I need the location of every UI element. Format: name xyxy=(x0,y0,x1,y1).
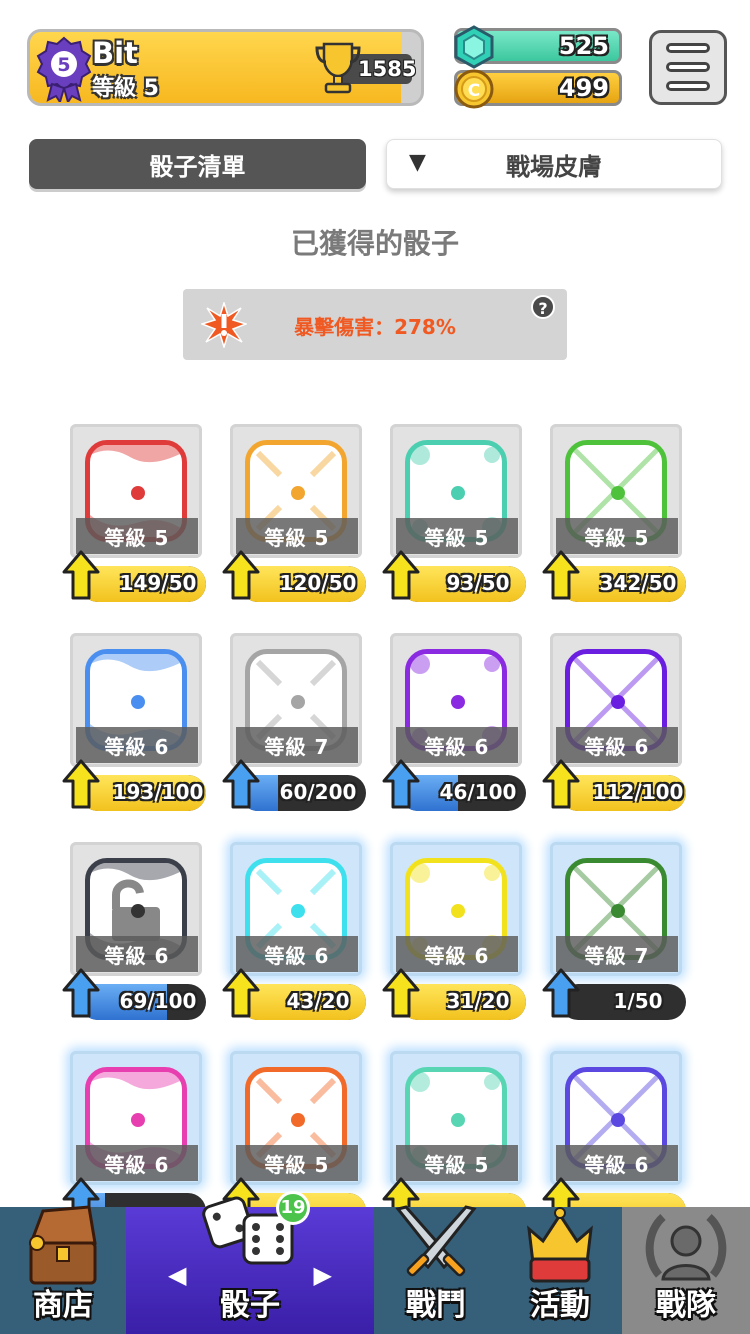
upgrade-arrow-icon xyxy=(382,968,420,1018)
dice-level-label: 等級 6 xyxy=(396,727,518,763)
upgrade-arrow-icon xyxy=(62,759,100,809)
die-pip xyxy=(611,1113,625,1127)
die-pip xyxy=(611,486,625,500)
upgrade-arrow-icon xyxy=(222,550,260,600)
bottom-navigation: 商店 ◀ ▶ 19 骰子 戰鬥 活動 戰隊 xyxy=(0,1191,750,1334)
nav-events-label: 活動 xyxy=(530,1288,590,1323)
die-pip xyxy=(611,695,625,709)
nav-dice-label: 骰子 xyxy=(220,1288,280,1323)
dice-card[interactable]: 等級 5 342/50 xyxy=(542,424,686,604)
dice-level-label: 等級 6 xyxy=(556,727,678,763)
nav-events[interactable]: 活動 xyxy=(498,1207,622,1334)
dice-card[interactable]: 等級 6 43/20 xyxy=(222,842,366,1022)
crit-damage-info: 暴擊傷害：278% ? xyxy=(183,289,567,360)
dice-card[interactable]: 等級 6 xyxy=(542,1051,686,1210)
upgrade-arrow-icon xyxy=(542,968,580,1018)
dice-card[interactable]: 等級 7 1/50 xyxy=(542,842,686,1022)
dice-card[interactable]: 等級 5 149/50 xyxy=(62,424,206,604)
dice-progress-text: 342/50 xyxy=(599,571,677,595)
dice-level-label: 等級 6 xyxy=(76,936,198,972)
die-pip xyxy=(131,695,145,709)
dice-progress-text: 120/50 xyxy=(279,571,357,595)
die-pip xyxy=(291,904,305,918)
nav-dice[interactable]: ◀ ▶ 19 骰子 xyxy=(126,1191,374,1334)
nav-clan[interactable]: 戰隊 xyxy=(622,1207,750,1334)
upgrade-arrow-icon xyxy=(222,759,260,809)
crown-icon xyxy=(527,1207,593,1283)
upgrade-arrow-icon xyxy=(222,968,260,1018)
die-pip xyxy=(451,904,465,918)
die-pip xyxy=(291,486,305,500)
die-pip xyxy=(451,486,465,500)
dice-progress-text: 69/100 xyxy=(119,989,197,1013)
dice-progress-text: 112/100 xyxy=(592,780,684,804)
dice-card[interactable]: 等級 6 46/100 xyxy=(382,633,526,813)
die-pip xyxy=(131,486,145,500)
die-pip xyxy=(131,904,145,918)
dice-card[interactable]: 等級 6 xyxy=(62,1051,206,1210)
dice-progress-text: 1/50 xyxy=(613,989,663,1013)
dice-level-label: 等級 6 xyxy=(556,1145,678,1181)
nav-clan-label: 戰隊 xyxy=(656,1288,716,1323)
dice-level-label: 等級 5 xyxy=(556,518,678,554)
upgrade-arrow-icon xyxy=(62,550,100,600)
dice-level-label: 等級 7 xyxy=(236,727,358,763)
help-icon[interactable]: ? xyxy=(531,295,555,319)
nav-battle[interactable]: 戰鬥 xyxy=(374,1205,498,1334)
dice-progress-text: 60/200 xyxy=(279,780,357,804)
die-pip xyxy=(131,1113,145,1127)
dice-card[interactable]: 等級 5 93/50 xyxy=(382,424,526,604)
dice-level-label: 等級 6 xyxy=(236,936,358,972)
dice-grid: 已獲得的骰子 暴擊傷害：278% ? 等級 5 149/50 等級 5 120/50 等… xyxy=(0,0,750,1210)
dice-level-label: 等級 5 xyxy=(396,1145,518,1181)
dice-level-label: 等級 6 xyxy=(76,727,198,763)
nav-battle-label: 戰鬥 xyxy=(406,1288,466,1323)
die-pip xyxy=(611,904,625,918)
upgrade-arrow-icon xyxy=(382,550,420,600)
die-pip xyxy=(451,695,465,709)
dice-level-label: 等級 7 xyxy=(556,936,678,972)
dice-progress-text: 31/20 xyxy=(446,989,510,1013)
dice-progress-text: 93/50 xyxy=(446,571,510,595)
section-title: 已獲得的骰子 xyxy=(290,227,459,260)
dice-progress-text: 149/50 xyxy=(119,571,197,595)
upgrade-arrow-icon xyxy=(62,968,100,1018)
die-pip xyxy=(291,1113,305,1127)
dice-card[interactable]: 等級 6 31/20 xyxy=(382,842,526,1022)
die-pip xyxy=(451,1113,465,1127)
upgrade-arrow-icon xyxy=(542,550,580,600)
dice-progress-text: 193/100 xyxy=(112,780,204,804)
die-pip xyxy=(291,695,305,709)
nav-shop-label: 商店 xyxy=(33,1288,93,1323)
dice-card[interactable]: 等級 5 120/50 xyxy=(222,424,366,604)
dice-level-label: 等級 5 xyxy=(396,518,518,554)
dice-level-label: 等級 6 xyxy=(76,1145,198,1181)
upgrade-arrow-icon xyxy=(542,759,580,809)
crit-damage-text: 暴擊傷害：278% xyxy=(294,315,456,339)
dice-card[interactable]: 等級 6 69/100 xyxy=(62,842,206,1022)
nav-shop[interactable]: 商店 xyxy=(0,1205,126,1334)
dice-level-label: 等級 5 xyxy=(236,518,358,554)
dice-level-label: 等級 5 xyxy=(76,518,198,554)
dice-notification-badge: 19 xyxy=(276,1191,310,1225)
dice-level-label: 等級 5 xyxy=(236,1145,358,1181)
dice-progress-text: 46/100 xyxy=(439,780,517,804)
dice-level-label: 等級 6 xyxy=(396,936,518,972)
dice-card[interactable]: 等級 6 193/100 xyxy=(62,633,206,813)
dice-card[interactable]: 等級 7 60/200 xyxy=(222,633,366,813)
dice-progress-text: 43/20 xyxy=(286,989,350,1013)
upgrade-arrow-icon xyxy=(382,759,420,809)
dice-card[interactable]: 等級 5 xyxy=(382,1051,526,1210)
dice-card[interactable]: 等級 6 112/100 xyxy=(542,633,686,813)
